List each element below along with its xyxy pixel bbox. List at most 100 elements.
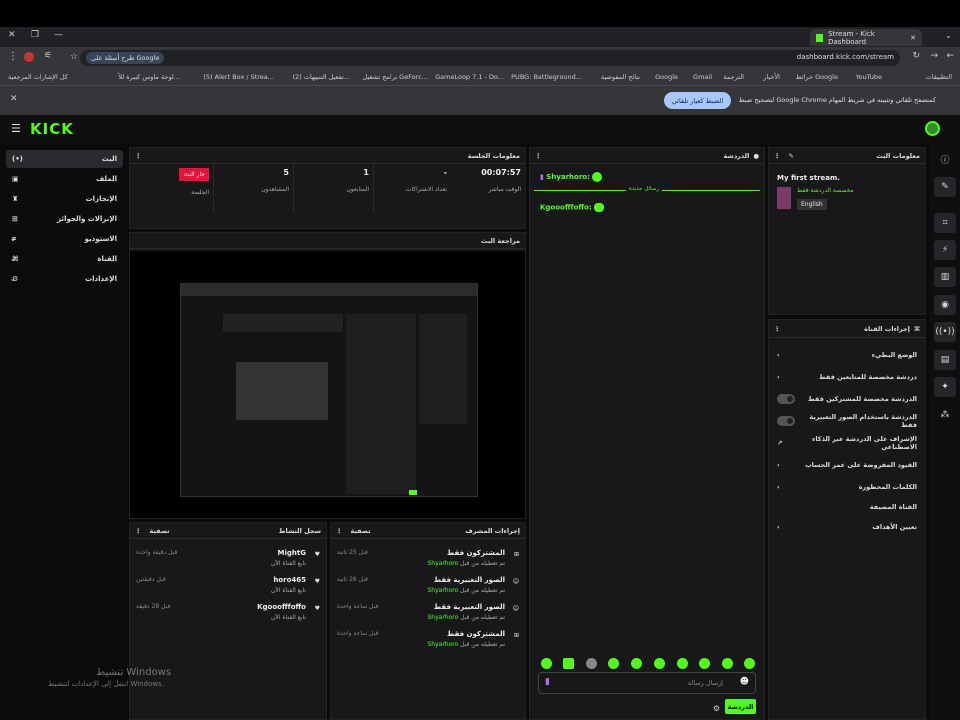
layout-icon[interactable]: ▤ [934, 350, 956, 370]
divider-label: رسائل جديدة [626, 186, 662, 192]
filter-button[interactable]: تصفية [150, 527, 170, 535]
bookmark-gameloop[interactable]: GameLoop 7.1 - Do... [435, 73, 504, 81]
chat-username[interactable]: Shyarhoro: [546, 173, 590, 181]
bookmark-youtube[interactable]: YouTube [856, 73, 882, 81]
bookmark-google[interactable]: Google [655, 73, 678, 81]
restore-window-icon[interactable]: ❐ [31, 30, 39, 40]
back-icon[interactable]: ← [946, 51, 954, 61]
subscribers-only-toggle[interactable] [777, 394, 795, 404]
more-icon[interactable]: ⋮ [774, 152, 781, 160]
mod-action-text: تم تعطيله من قبل [460, 641, 505, 648]
banned-words-row[interactable]: الكلمات المحظورة › [777, 476, 917, 498]
language-tag: English [797, 199, 827, 210]
emotes-only-toggle[interactable] [777, 416, 795, 426]
set-goals-row[interactable]: تعيين الأهداف › [777, 516, 917, 538]
category-link[interactable]: مخصصة الدردشة فقط [797, 187, 854, 194]
kick-logo[interactable]: KICK [30, 120, 74, 138]
filter-button[interactable]: تصفية [351, 527, 371, 535]
emote-icon[interactable] [654, 658, 665, 669]
dashboard-header: ☰ KICK [0, 115, 960, 143]
account-age-row[interactable]: القيود المفروضة على عمر الحساب › [777, 454, 917, 476]
extensions-icon[interactable]: ⚟ [44, 51, 52, 61]
edit-icon[interactable]: ✎ [934, 177, 956, 197]
sidebar-item-drops[interactable]: الإنزالات والجوائز ⊞ [6, 210, 123, 228]
nodes-icon[interactable]: ⁂ [934, 405, 956, 425]
smiley-icon: ☺ [512, 578, 519, 585]
bookmark-gmail[interactable]: Gmail [693, 73, 712, 81]
set-default-button[interactable]: الضبط كعيار تلقائي [664, 92, 731, 109]
emote-icon[interactable] [563, 658, 574, 669]
bookmark-geforce[interactable]: برامج تشغيل GeForc... [363, 73, 428, 81]
stat-label: الجلسة [191, 189, 209, 196]
more-icon[interactable]: ⋮ [336, 527, 343, 535]
minimize-window-icon[interactable]: — [54, 30, 63, 40]
stat-label: تعداد الاشتراكات [405, 186, 447, 193]
emoji-icon[interactable]: ☻ [740, 677, 749, 687]
reload-icon[interactable]: ↻ [912, 51, 920, 61]
slow-mode-row[interactable]: الوضع البطيء › [777, 344, 917, 366]
emote-icon[interactable] [699, 658, 710, 669]
broadcast-icon[interactable]: ((•)) [934, 322, 956, 342]
google-search-chip[interactable]: طرح أسئلة على Google [86, 52, 165, 64]
more-icon[interactable]: ⋮ [535, 152, 542, 160]
trash-icon[interactable]: ▥ [934, 267, 956, 287]
emote-icon[interactable] [608, 658, 619, 669]
right-tool-rail: ⓘ ✎ ⌗ ⚡ ▥ ◉ ((•)) ▤ ✦ ⁂ [930, 143, 960, 720]
gift-icon: ⊞ [513, 632, 519, 639]
sidebar-item-live[interactable]: البث (•) [6, 150, 123, 168]
mod-action-user: Shyarhoro [427, 560, 459, 567]
emote-icon[interactable] [722, 658, 733, 669]
sidebar-item-channel[interactable]: القناة ⌘ ⌄ [6, 250, 123, 268]
edit-icon[interactable]: ✎ [789, 152, 794, 160]
more-icon[interactable]: ⋮ [135, 527, 142, 535]
profile-avatar-icon[interactable] [24, 52, 34, 62]
user-avatar[interactable] [925, 121, 940, 136]
sidebar-item-profile[interactable]: الملف ▣ [6, 170, 123, 188]
tab-search-icon[interactable]: ⌄ [945, 31, 952, 40]
emote-icon[interactable] [586, 658, 597, 669]
close-window-icon[interactable]: ✕ [8, 30, 16, 40]
close-tab-icon[interactable]: ✕ [910, 34, 916, 42]
more-icon[interactable]: ⋮ [774, 325, 781, 333]
emote-icon[interactable] [631, 658, 642, 669]
tab-kick-dashboard[interactable]: Stream - Kick Dashboard ✕ [810, 29, 922, 46]
chat-settings-icon[interactable]: ⚙ [713, 704, 720, 713]
bookmark-translate[interactable]: الترجمة [723, 73, 744, 81]
bookmark-alerts[interactable]: (2) تفعيل التنبيهات... [293, 73, 350, 81]
infobar-close-icon[interactable]: ✕ [10, 94, 18, 104]
bookmark-apps[interactable]: التطبيقات [926, 73, 952, 81]
bookmark-maps[interactable]: خرائط Google [796, 73, 838, 81]
host-channel-row: القناة المضيفة [777, 496, 917, 518]
info-icon[interactable]: ⓘ [934, 149, 956, 169]
viewers-value: 5 [283, 168, 289, 177]
url-box[interactable]: dashboard.kick.com/stream ☆ طرح أسئلة عل… [70, 50, 900, 66]
bookmark-mousepad[interactable]: لوحة ماوس كبيرة للأ... [118, 73, 180, 81]
scan-icon[interactable]: ⌗ [934, 213, 956, 233]
ai-moderation-row[interactable]: الإشراف على الدردشة عبر الذكاء الاصطناعي… [777, 432, 917, 454]
emote-icon[interactable] [744, 658, 755, 669]
chat-icon[interactable]: ◉ [934, 295, 956, 315]
bookmark-pubg[interactable]: PUBG: Battleground... [511, 73, 582, 81]
sidebar-item-settings[interactable]: الإعدادات ⚙ ⌄ [6, 270, 123, 288]
bookmark-alertbox[interactable]: (5) Alert Box / Strea... [203, 73, 274, 81]
bookmark-results[interactable]: نتائج المفوضية [601, 73, 640, 81]
forward-icon[interactable]: → [930, 51, 938, 61]
more-icon[interactable]: ⋮ [135, 152, 142, 160]
chat-input[interactable]: ▮ إرسال رسالة ☻ [538, 672, 756, 694]
bolt-icon[interactable]: ⚡ [934, 240, 956, 260]
chat-username[interactable]: Kgooofffoffo: [540, 204, 592, 212]
sidebar-item-achievements[interactable]: الإنجازات ♜ [6, 190, 123, 208]
bookmark-star-icon[interactable]: ☆ [70, 52, 78, 62]
wrench-icon[interactable]: ✦ [934, 377, 956, 397]
followers-only-row[interactable]: دردشة مخصصة للمتابعين فقط › [777, 366, 917, 388]
emote-icon[interactable] [677, 658, 688, 669]
send-chat-button[interactable]: الدردشة [725, 699, 756, 714]
menu-dots-icon[interactable]: ⋮ [8, 51, 18, 62]
hamburger-menu-icon[interactable]: ☰ [11, 122, 21, 135]
video-area[interactable] [130, 251, 525, 518]
bookmark-all[interactable]: كل الإشارات المرجعية [8, 73, 68, 81]
profile-icon: ▣ [12, 175, 19, 183]
bookmark-news[interactable]: الأخبار [763, 73, 780, 81]
sidebar-item-studio[interactable]: الاستوديو ⌗ ⌄ [6, 230, 123, 248]
emote-icon[interactable] [541, 658, 552, 669]
